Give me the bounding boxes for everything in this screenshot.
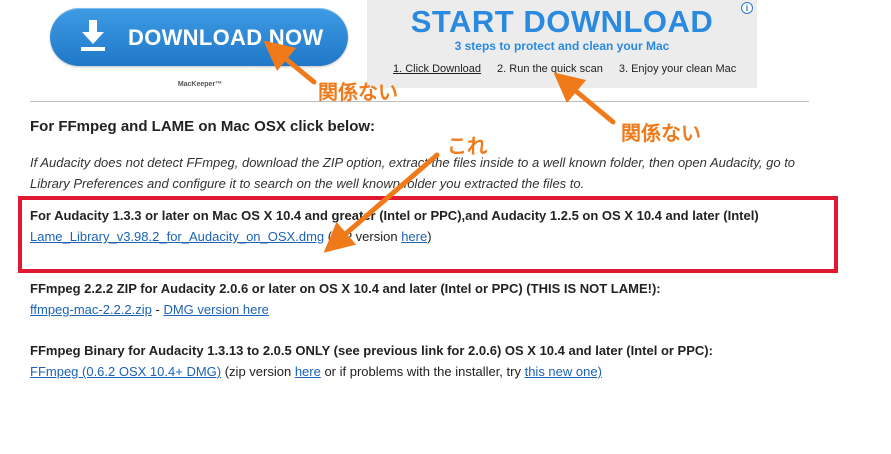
lame-close-paren: ) (427, 229, 432, 244)
divider (30, 101, 809, 102)
ffmpeg-062-dmg-link[interactable]: FFmpeg (0.6.2 OSX 10.4+ DMG) (30, 364, 221, 379)
ffmpeg-222-sep: - (151, 302, 164, 317)
mackeeper-ad[interactable]: DOWNLOAD NOW MacKeeper™ (50, 8, 350, 98)
ffmpeg-222-dmg-link[interactable]: DMG version here (163, 302, 268, 317)
ffmpeg-222-zip-link[interactable]: ffmpeg-mac-2.2.2.zip (30, 302, 152, 317)
download-now-label: DOWNLOAD NOW (128, 25, 324, 50)
lame-zip-here-link[interactable]: here (401, 229, 427, 244)
lame-title: For Audacity 1.3.3 or later on Mac OS X … (30, 208, 759, 223)
ffmpeg-062-text2: or if problems with the installer, try (320, 364, 525, 379)
annotation-not-related-1: 関係ない (318, 80, 398, 104)
ffmpeg-222-title: FFmpeg 2.2.2 ZIP for Audacity 2.0.6 or l… (30, 281, 661, 296)
mackeeper-brand: MacKeeper™ (177, 81, 223, 88)
ffmpeg-062-text1: (zip version (221, 364, 295, 379)
ffmpeg-062-block: FFmpeg Binary for Audacity 1.3.13 to 2.0… (30, 340, 820, 382)
ffmpeg-222-block: FFmpeg 2.2.2 ZIP for Audacity 2.0.6 or l… (30, 278, 820, 320)
lame-zip-text: (ZIP version (324, 229, 402, 244)
lame-block: For Audacity 1.3.3 or later on Mac OS X … (30, 205, 820, 247)
download-now-button[interactable]: DOWNLOAD NOW (50, 8, 348, 66)
ad-step-2: 2. Run the quick scan (497, 63, 603, 75)
arrow-to-ad-steps (553, 72, 616, 125)
annotation-not-related-2: 関係ない (621, 121, 701, 145)
lame-download-link[interactable]: Lame_Library_v3.98.2_for_Audacity_on_OSX… (30, 229, 324, 244)
start-download-subtitle: 3 steps to protect and clean your Mac (454, 39, 670, 53)
ffmpeg-062-new-link[interactable]: this new one) (525, 364, 602, 379)
section-intro: If Audacity does not detect FFmpeg, down… (30, 155, 796, 191)
ffmpeg-062-title: FFmpeg Binary for Audacity 1.3.13 to 2.0… (30, 343, 713, 358)
ad-steps: 1. Click Download 2. Run the quick scan … (393, 63, 736, 75)
annotation-this-one: これ (447, 134, 487, 158)
ad-step-3: 3. Enjoy your clean Mac (618, 63, 737, 75)
download-icon (81, 20, 105, 51)
section-heading: For FFmpeg and LAME on Mac OSX click bel… (30, 118, 376, 135)
start-download-title: START DOWNLOAD (410, 4, 714, 39)
ad-step-1[interactable]: 1. Click Download (393, 63, 481, 75)
start-download-ad[interactable]: i START DOWNLOAD 3 steps to protect and … (367, 0, 757, 88)
ffmpeg-062-zip-here-link[interactable]: here (295, 364, 321, 379)
